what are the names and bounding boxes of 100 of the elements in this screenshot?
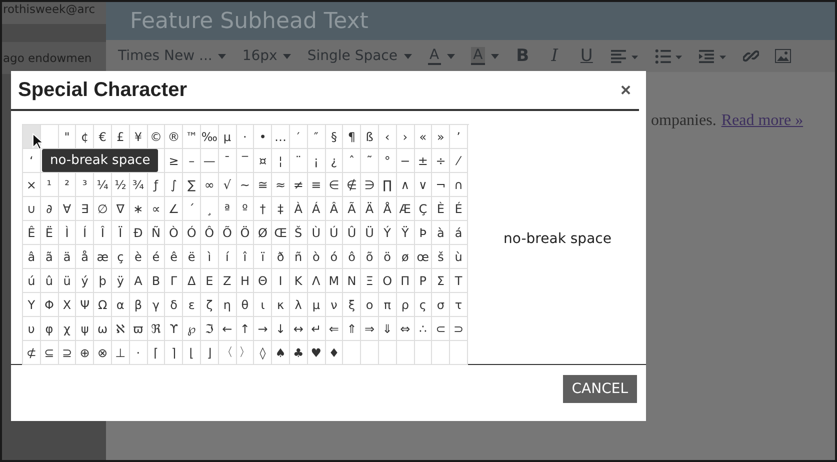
character-cell[interactable]: Ν [343, 269, 362, 293]
character-cell[interactable]: Í [76, 221, 94, 245]
character-cell[interactable]: ⊥ [112, 341, 130, 365]
character-cell[interactable]: ˆ [343, 149, 362, 173]
character-cell[interactable]: ù [450, 245, 468, 269]
character-cell[interactable]: É [450, 197, 468, 221]
character-cell[interactable]: ⊃ [450, 317, 468, 341]
character-cell[interactable]: Î [94, 221, 112, 245]
character-cell[interactable]: Σ [432, 269, 450, 293]
character-cell[interactable]: Ê [23, 221, 41, 245]
character-cell[interactable]: ℜ [148, 317, 166, 341]
character-cell[interactable]: Π [396, 269, 415, 293]
character-cell[interactable]: Γ [165, 269, 184, 293]
character-cell[interactable]: Ü [361, 221, 379, 245]
character-cell[interactable]: ê [165, 245, 184, 269]
character-cell[interactable]: Ε [200, 269, 219, 293]
character-cell[interactable]: í [218, 245, 237, 269]
character-cell[interactable]: â [23, 245, 41, 269]
character-cell[interactable]: þ [94, 269, 112, 293]
character-cell[interactable]: Ÿ [396, 221, 415, 245]
character-cell[interactable]: È [432, 197, 450, 221]
character-cell[interactable]: ü [58, 269, 76, 293]
character-cell[interactable]: σ [432, 293, 450, 317]
character-cell[interactable]: Ο [378, 269, 397, 293]
character-cell[interactable]: Η [236, 269, 254, 293]
character-cell[interactable]: Ψ [76, 293, 94, 317]
close-button[interactable]: × [620, 80, 631, 100]
bullet-list-icon[interactable] [654, 48, 683, 64]
character-cell[interactable]: ë [183, 245, 201, 269]
character-cell[interactable]: τ [450, 293, 468, 317]
character-cell[interactable]: ∨ [414, 173, 432, 197]
character-cell[interactable]: Ú [326, 221, 344, 245]
character-cell[interactable]: ƒ [148, 173, 166, 197]
character-cell[interactable]: ∉ [343, 173, 362, 197]
character-cell[interactable]: ⊂ [432, 317, 450, 341]
character-cell[interactable]: Ç [414, 197, 432, 221]
character-cell[interactable]: ‰ [200, 125, 219, 149]
character-cell[interactable]: ″ [308, 125, 326, 149]
character-cell[interactable]: ♠ [272, 341, 290, 365]
character-cell[interactable]: ο [361, 293, 379, 317]
character-cell[interactable] [378, 341, 397, 365]
character-cell[interactable]: á [450, 221, 468, 245]
character-cell[interactable]: š [432, 245, 450, 269]
character-cell[interactable]: φ [40, 317, 59, 341]
character-cell[interactable]: Š [290, 221, 308, 245]
character-cell[interactable]: → [254, 317, 272, 341]
character-cell[interactable]: υ [23, 317, 41, 341]
character-cell[interactable]: ¹ [40, 173, 59, 197]
character-cell[interactable]: ¿ [326, 149, 344, 173]
character-cell[interactable]: » [432, 125, 450, 149]
character-cell[interactable]: ú [23, 269, 41, 293]
character-cell[interactable]: ¤ [254, 149, 272, 173]
character-cell[interactable]: … [272, 125, 290, 149]
character-cell[interactable]: æ [94, 245, 112, 269]
character-cell[interactable]: ⊆ [40, 341, 59, 365]
character-cell[interactable]: § [326, 125, 344, 149]
character-cell[interactable]: ♦ [326, 341, 344, 365]
character-cell[interactable]: δ [165, 293, 184, 317]
character-cell[interactable]: ≠ [290, 173, 308, 197]
character-cell[interactable]: ∩ [450, 173, 468, 197]
character-cell[interactable]: ý [76, 269, 94, 293]
character-cell[interactable]: Ρ [414, 269, 432, 293]
character-cell[interactable]: é [148, 245, 166, 269]
character-cell[interactable]: Ι [272, 269, 290, 293]
character-cell[interactable]: µ [218, 125, 237, 149]
character-cell[interactable] [432, 341, 450, 365]
character-cell[interactable]: ∑ [183, 173, 201, 197]
character-cell[interactable]: ¡ [308, 149, 326, 173]
character-cell[interactable]: κ [272, 293, 290, 317]
character-cell[interactable]: ℵ [112, 317, 130, 341]
character-cell[interactable]: Œ [272, 221, 290, 245]
character-cell[interactable]: ¼ [94, 173, 112, 197]
character-cell[interactable]: ′ [290, 125, 308, 149]
character-cell[interactable] [414, 341, 432, 365]
character-cell[interactable]: ∠ [165, 197, 184, 221]
character-cell[interactable]: ◊ [254, 341, 272, 365]
character-cell[interactable]: • [254, 125, 272, 149]
character-cell[interactable]: ∀ [58, 197, 76, 221]
character-cell[interactable]: μ [308, 293, 326, 317]
character-cell[interactable]: η [218, 293, 237, 317]
character-cell[interactable]: ς [414, 293, 432, 317]
character-cell[interactable]: 〈 [218, 341, 237, 365]
character-cell[interactable]: ¸ [200, 197, 219, 221]
character-cell[interactable]: Ù [308, 221, 326, 245]
character-cell[interactable]: Δ [183, 269, 201, 293]
character-cell[interactable]: Ï [112, 221, 130, 245]
character-cell[interactable]: ∇ [112, 197, 130, 221]
character-cell[interactable]: ä [58, 245, 76, 269]
character-cell[interactable]: Ζ [218, 269, 237, 293]
character-cell[interactable]: ’ [450, 125, 468, 149]
character-cell[interactable]: ϒ [165, 317, 184, 341]
character-cell[interactable]: ⁄ [450, 149, 468, 173]
character-cell[interactable]: Α [130, 269, 148, 293]
character-cell[interactable]: ⊇ [58, 341, 76, 365]
character-cell[interactable]: Ë [40, 221, 59, 245]
character-cell[interactable]: ô [343, 245, 362, 269]
character-cell[interactable]: 〉 [236, 341, 254, 365]
character-cell[interactable]: ⇔ [396, 317, 415, 341]
character-cell[interactable]: ∪ [23, 197, 41, 221]
character-cell[interactable]: ≥ [165, 149, 184, 173]
